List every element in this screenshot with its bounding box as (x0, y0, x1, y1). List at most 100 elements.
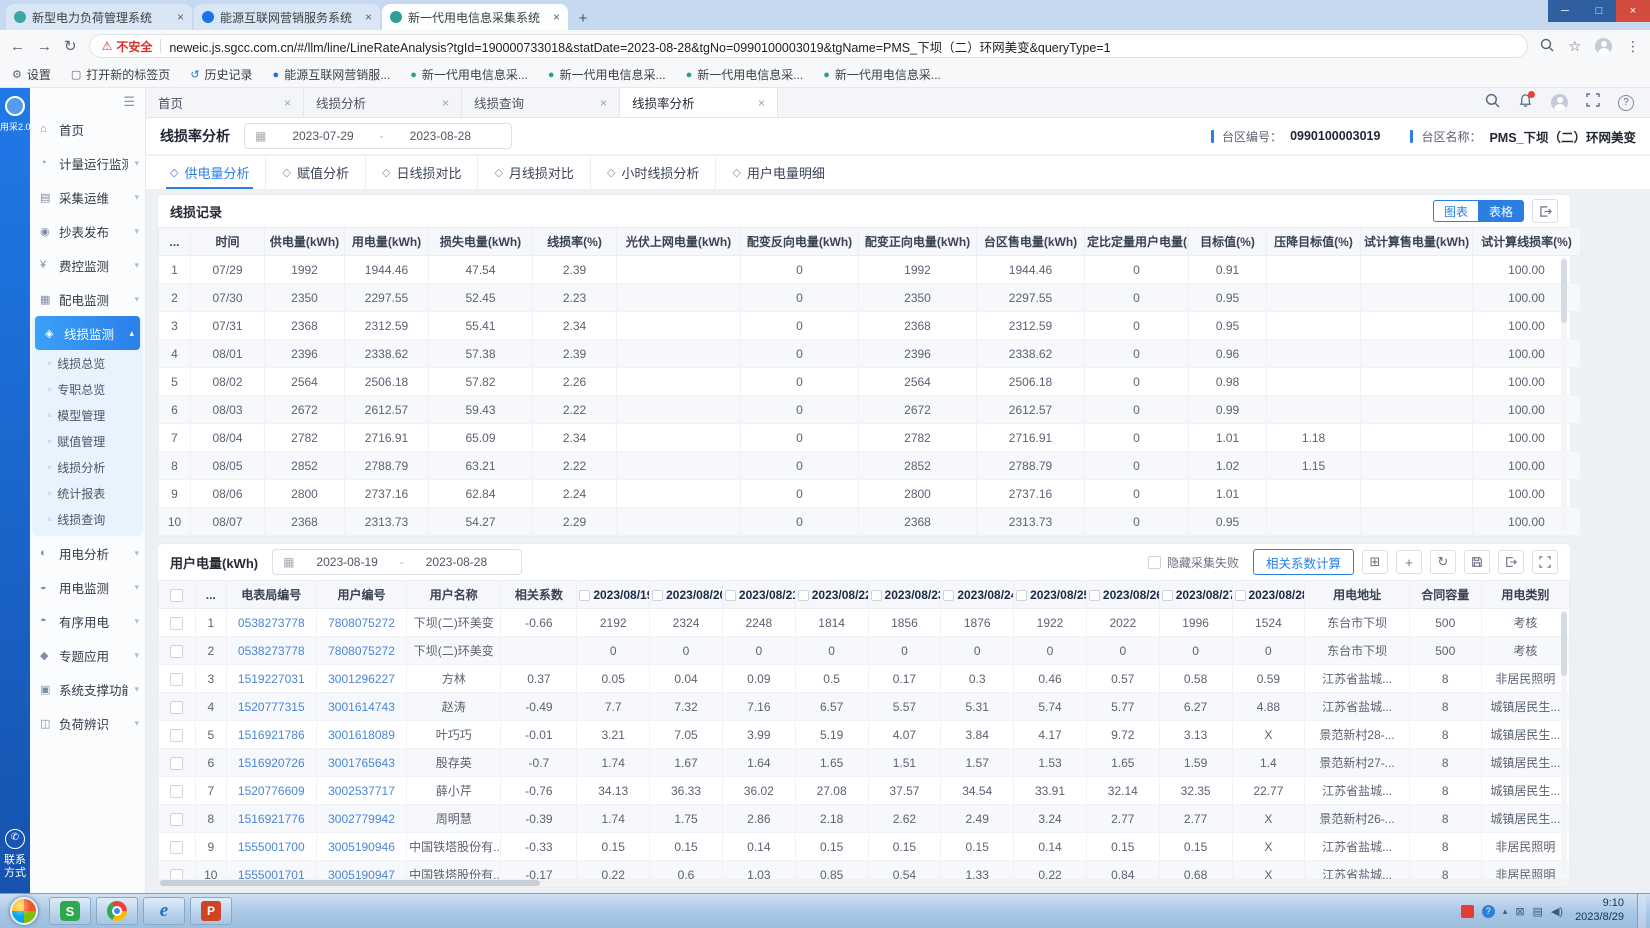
bookmark-item[interactable]: ●新一代用电信息采... (410, 66, 528, 83)
security-warning[interactable]: ⚠ 不安全 (102, 38, 153, 55)
sidebar-subitem[interactable]: ▫线损查询 (32, 506, 143, 532)
back-button-icon[interactable]: ← (10, 38, 25, 55)
taskbar-clock[interactable]: 9:10 2023/8/29 (1575, 897, 1624, 925)
contact-button[interactable]: ✆ 联系方式 (0, 829, 30, 882)
meter-no-link[interactable]: 1516920726 (226, 749, 316, 777)
bookmark-item[interactable]: ↺历史记录 (190, 66, 252, 83)
horizontal-scrollbar[interactable] (158, 879, 1570, 887)
table-row[interactable]: 815169217763002779942周明慧-0.391.741.752.8… (159, 805, 1570, 833)
row-checkbox[interactable] (170, 617, 183, 630)
tray-help-icon[interactable]: ? (1482, 905, 1495, 918)
user-energy-vertical-scrollbar[interactable] (1561, 610, 1567, 875)
row-checkbox[interactable] (170, 785, 183, 798)
row-checkbox[interactable] (170, 729, 183, 742)
tray-app-icon[interactable] (1461, 905, 1474, 918)
bookmark-item[interactable]: ●新一代用电信息采... (686, 66, 804, 83)
taskbar-app-ie[interactable]: e (143, 897, 185, 925)
fullscreen-icon[interactable] (1586, 93, 1600, 112)
sidebar-item-orderly-usage[interactable]: ◓有序用电▾ (30, 604, 145, 638)
subtab-0[interactable]: ◇供电量分析 (154, 156, 266, 189)
sidebar-item-distribution[interactable]: ▦配电监测▾ (30, 282, 145, 316)
help-icon[interactable]: ? (1618, 95, 1634, 111)
table-row[interactable]: 715207766093002537717薛小芹-0.7634.1336.333… (159, 777, 1570, 805)
tray-volume-icon[interactable]: ◀) (1551, 905, 1563, 918)
address-bar[interactable]: ⚠ 不安全 neweic.js.sgcc.com.cn/#/llm/line/L… (89, 34, 1529, 58)
sidebar-subitem[interactable]: ▫线损总览 (32, 350, 143, 376)
sidebar-item-topic-apps[interactable]: ◆专题应用▾ (30, 638, 145, 672)
date-start[interactable]: 2023-08-19 (316, 555, 377, 569)
table-row[interactable]: 315192270313001296227方林0.370.050.040.090… (159, 665, 1570, 693)
date-end[interactable]: 2023-08-28 (410, 129, 471, 143)
column-checkbox[interactable] (871, 590, 882, 601)
row-checkbox[interactable] (170, 813, 183, 826)
sidebar-item-load-identify[interactable]: ◫负荷辨识▾ (30, 706, 145, 740)
browser-tab[interactable]: 新一代用电信息采集系统× (382, 4, 568, 30)
subtab-3[interactable]: ◇月线损对比 (478, 156, 590, 189)
refresh-icon[interactable]: ↻ (1430, 550, 1456, 574)
fullscreen-icon[interactable] (1532, 550, 1558, 574)
meter-no-link[interactable]: 1520777315 (226, 693, 316, 721)
user-no-link[interactable]: 3002537717 (316, 777, 406, 805)
start-button[interactable] (10, 897, 38, 925)
show-desktop-button[interactable] (1637, 894, 1646, 928)
scrollbar-thumb[interactable] (160, 880, 540, 886)
column-checkbox[interactable] (652, 590, 663, 601)
taskbar-app-ppt[interactable]: P (190, 897, 232, 925)
bookmark-item[interactable]: ▢打开新的标签页 (71, 66, 170, 83)
tray-network-icon[interactable]: ▤ (1533, 905, 1543, 918)
column-settings-icon[interactable]: ⊞ (1362, 550, 1388, 574)
sidebar-subitem[interactable]: ▫专职总览 (32, 376, 143, 402)
subtab-4[interactable]: ◇小时线损分析 (591, 156, 716, 189)
column-checkbox[interactable] (725, 590, 736, 601)
sidebar-item-meter-reading[interactable]: ◉抄表发布▾ (30, 214, 145, 248)
row-checkbox[interactable] (170, 701, 183, 714)
sidebar-item-fee-control[interactable]: ¥费控监测▾ (30, 248, 145, 282)
table-row[interactable]: 207/3023502297.5552.452.23023502297.5500… (159, 284, 1581, 312)
page-tab[interactable]: 线损率分析× (620, 88, 778, 117)
bookmark-item[interactable]: ●新一代用电信息采... (548, 66, 666, 83)
date-start[interactable]: 2023-07-29 (292, 129, 353, 143)
user-avatar[interactable] (1551, 94, 1568, 111)
sidebar-subitem[interactable]: ▫赋值管理 (32, 428, 143, 454)
tab-close-icon[interactable]: × (600, 96, 607, 110)
table-row[interactable]: 615169207263001765643殷存英-0.71.741.671.64… (159, 749, 1570, 777)
page-tab[interactable]: 首页× (146, 88, 304, 117)
table-row[interactable]: 307/3123682312.5955.412.34023682312.5900… (159, 312, 1581, 340)
sidebar-item-usage-analysis[interactable]: ◐用电分析▾ (30, 536, 145, 570)
export-icon[interactable] (1498, 550, 1524, 574)
scrollbar-thumb[interactable] (1561, 612, 1567, 676)
tab-close-icon[interactable]: × (442, 96, 449, 110)
column-checkbox[interactable] (1089, 590, 1100, 601)
meter-no-link[interactable]: 1519227031 (226, 665, 316, 693)
correlation-calc-button[interactable]: 相关系数计算 (1253, 549, 1354, 575)
meter-no-link[interactable]: 0538273778 (226, 609, 316, 637)
subtab-5[interactable]: ◇用户电量明细 (716, 156, 840, 189)
column-checkbox[interactable] (798, 590, 809, 601)
sidebar-item-collect-ops[interactable]: ▤采集运维▾ (30, 180, 145, 214)
taskbar-app-chrome[interactable] (96, 897, 138, 925)
browser-menu-icon[interactable]: ⋮ (1626, 38, 1640, 55)
user-no-link[interactable]: 3001765643 (316, 749, 406, 777)
row-checkbox[interactable] (170, 673, 183, 686)
user-energy-date-picker[interactable]: ▦ 2023-08-19 - 2023-08-28 (272, 549, 522, 575)
column-checkbox[interactable] (943, 590, 954, 601)
row-checkbox[interactable] (170, 645, 183, 658)
user-no-link[interactable]: 7808075272 (316, 609, 406, 637)
user-no-link[interactable]: 3001296227 (316, 665, 406, 693)
column-checkbox[interactable] (1235, 590, 1246, 601)
hide-failed-checkbox[interactable] (1148, 556, 1161, 569)
user-no-link[interactable]: 3002779942 (316, 805, 406, 833)
forward-button-icon[interactable]: → (37, 38, 52, 55)
export-icon[interactable] (1532, 199, 1558, 223)
profile-avatar[interactable] (1595, 38, 1612, 55)
add-icon[interactable]: + (1396, 550, 1422, 574)
sidebar-item-meter-monitor[interactable]: ◔计量运行监测▾ (30, 146, 145, 180)
save-icon[interactable] (1464, 550, 1490, 574)
tray-expand-icon[interactable]: ▴ (1503, 906, 1508, 917)
bookmark-item[interactable]: ●新一代用电信息采... (823, 66, 941, 83)
sidebar-item-home[interactable]: ⌂首页 (30, 112, 145, 146)
table-row[interactable]: 1008/0723682313.7354.272.29023682313.730… (159, 508, 1581, 536)
bookmark-item[interactable]: ●能源互联网营销服... (273, 66, 391, 83)
user-no-link[interactable]: 3001618089 (316, 721, 406, 749)
table-row[interactable]: 105382737787808075272下坝(二)环美变-0.66219223… (159, 609, 1570, 637)
